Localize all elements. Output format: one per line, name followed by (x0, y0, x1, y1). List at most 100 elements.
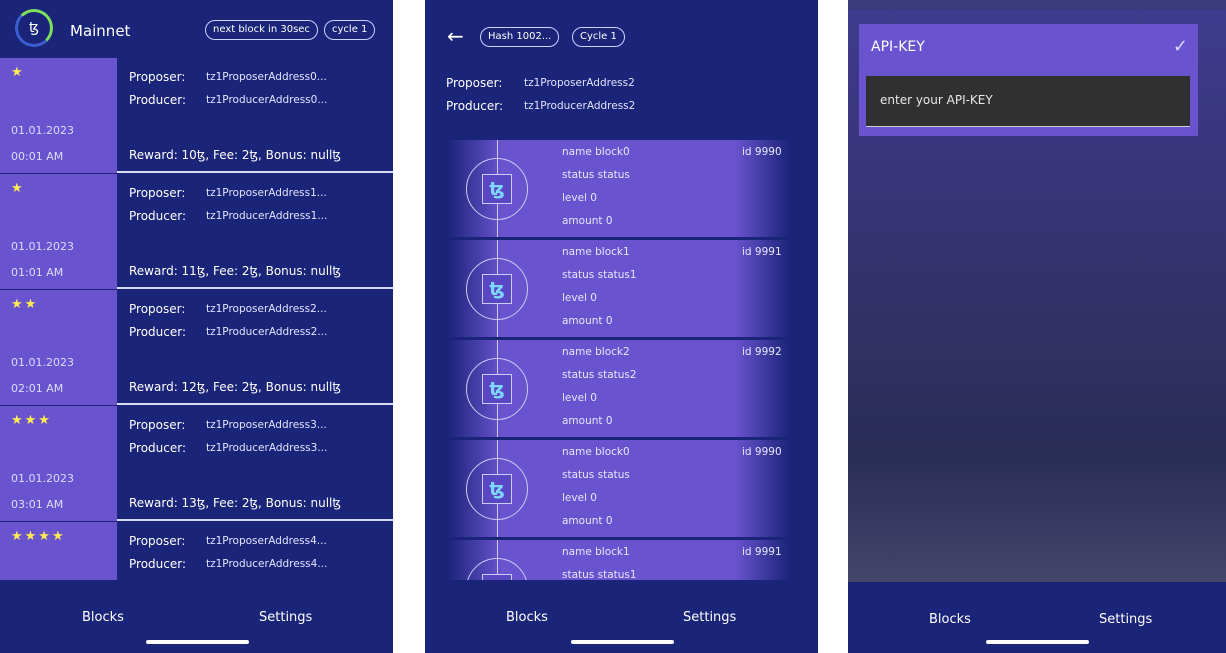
proposer-address: tz1ProposerAddress2... (206, 303, 327, 315)
tezos-icon: ꜩ (482, 474, 512, 504)
bottom-navigation: Blocks Settings (0, 580, 393, 653)
producer-label: Producer: (129, 325, 187, 339)
proposer-label: Proposer: (129, 302, 186, 316)
block-amount: amount 0 (562, 515, 613, 527)
block-level: level 0 (562, 492, 597, 504)
star-rating: ★★ (11, 297, 39, 312)
star-rating: ★★★★ (11, 529, 66, 544)
nav-settings-tab[interactable]: Settings (1099, 612, 1152, 627)
api-key-input[interactable] (880, 93, 1170, 107)
producer-address: tz1ProducerAddress2 (524, 100, 636, 112)
tezos-icon: ꜩ (482, 274, 512, 304)
cycle-badge[interactable]: cycle 1 (324, 20, 376, 40)
block-status: status status1 (562, 269, 637, 281)
next-block-badge: next block in 30sec (205, 20, 318, 40)
block-name: name block2 (562, 346, 630, 358)
star-rating: ★ (11, 181, 25, 196)
network-title: Mainnet (70, 22, 131, 40)
list-item[interactable]: ꜩ name block0 id 9990 status status leve… (447, 140, 790, 237)
list-item[interactable]: ★ 01.01.2023 01:01 AM Proposer: tz1Propo… (0, 174, 393, 289)
block-meta-panel: ★ 01.01.2023 01:01 AM (0, 174, 117, 289)
block-date: 01.01.2023 (11, 124, 74, 137)
producer-label: Producer: (129, 93, 187, 107)
reward-summary: Reward: 11ꜩ, Fee: 2ꜩ, Bonus: nullꜩ (129, 264, 341, 278)
producer-address: tz1ProducerAddress3... (206, 442, 328, 454)
block-status: status status2 (562, 369, 637, 381)
nav-settings-tab[interactable]: Settings (683, 610, 736, 625)
settings-screen: API-KEY ✓ Blocks Settings (848, 0, 1226, 653)
block-id: id 9992 (742, 346, 782, 358)
list-item[interactable]: ꜩ name block2 id 9992 status status2 lev… (447, 340, 790, 437)
block-date: 01.01.2023 (11, 356, 74, 369)
producer-label: Producer: (129, 441, 187, 455)
block-meta-panel: ★★★★ (0, 522, 117, 580)
block-level: level 0 (562, 192, 597, 204)
list-item[interactable]: ★★★ 01.01.2023 03:01 AM Proposer: tz1Pro… (0, 406, 393, 521)
block-status: status status (562, 469, 630, 481)
home-indicator[interactable] (570, 640, 674, 644)
nav-blocks-tab[interactable]: Blocks (82, 610, 124, 625)
proposer-address: tz1ProposerAddress0... (206, 71, 327, 83)
proposer-label: Proposer: (446, 76, 503, 90)
block-id: id 9991 (742, 246, 782, 258)
blocks-list-screen: ꜩ Mainnet next block in 30sec cycle 1 ★ … (0, 0, 393, 653)
nav-blocks-tab[interactable]: Blocks (506, 610, 548, 625)
block-meta-panel: ★★★ 01.01.2023 03:01 AM (0, 406, 117, 521)
checkmark-icon[interactable]: ✓ (1173, 36, 1188, 57)
star-rating: ★ (11, 65, 25, 80)
proposer-address: tz1ProposerAddress2 (524, 77, 635, 89)
block-id: id 9990 (742, 146, 782, 158)
block-name: name block1 (562, 246, 630, 258)
nav-blocks-tab[interactable]: Blocks (929, 612, 971, 627)
block-status: status status1 (562, 569, 637, 580)
star-rating: ★★★ (11, 413, 52, 428)
tezos-logo-icon: ꜩ (15, 9, 53, 47)
api-key-field[interactable] (866, 76, 1190, 127)
block-amount: amount 0 (562, 415, 613, 427)
list-item[interactable]: ★★ 01.01.2023 02:01 AM Proposer: tz1Prop… (0, 290, 393, 405)
block-date: 01.01.2023 (11, 240, 74, 253)
producer-label: Producer: (446, 99, 504, 113)
producer-address: tz1ProducerAddress1... (206, 210, 328, 222)
producer-address: tz1ProducerAddress4... (206, 558, 328, 570)
home-indicator[interactable] (145, 640, 249, 644)
reward-summary: Reward: 13ꜩ, Fee: 2ꜩ, Bonus: nullꜩ (129, 496, 341, 510)
block-status: status status (562, 169, 630, 181)
proposer-label: Proposer: (129, 534, 186, 548)
block-level: level 0 (562, 292, 597, 304)
producer-address: tz1ProducerAddress0... (206, 94, 328, 106)
block-name: name block1 (562, 546, 630, 558)
list-item[interactable]: ★ 01.01.2023 00:01 AM Proposer: tz1Propo… (0, 58, 393, 173)
block-date: 01.01.2023 (11, 472, 74, 485)
app-header: ꜩ Mainnet next block in 30sec cycle 1 (0, 0, 393, 58)
cycle-badge[interactable]: Cycle 1 (572, 27, 625, 47)
proposer-address: tz1ProposerAddress4... (206, 535, 327, 547)
list-item[interactable]: ꜩ name block1 id 9991 status status1 lev… (447, 240, 790, 337)
bottom-navigation: Blocks Settings (848, 582, 1226, 653)
proposer-label: Proposer: (129, 418, 186, 432)
tezos-icon: ꜩ (482, 374, 512, 404)
producer-address: tz1ProducerAddress2... (206, 326, 328, 338)
arrow-left-icon[interactable]: ← (447, 26, 464, 46)
tezos-icon: ꜩ (482, 174, 512, 204)
status-strip (848, 0, 1226, 10)
block-amount: amount 0 (562, 215, 613, 227)
block-amount: amount 0 (562, 315, 613, 327)
bottom-navigation: Blocks Settings (425, 580, 818, 653)
home-indicator[interactable] (986, 640, 1089, 644)
block-time: 01:01 AM (11, 266, 64, 279)
proposer-label: Proposer: (129, 186, 186, 200)
reward-summary: Reward: 12ꜩ, Fee: 2ꜩ, Bonus: nullꜩ (129, 380, 341, 394)
producer-label: Producer: (129, 209, 187, 223)
list-item[interactable]: ★★★★ Proposer: tz1ProposerAddress4... Pr… (0, 522, 393, 580)
list-item[interactable]: ꜩ name block0 id 9990 status status leve… (447, 440, 790, 537)
api-key-dialog: API-KEY ✓ (859, 24, 1198, 136)
hash-badge[interactable]: Hash 1002... (480, 27, 560, 47)
block-id: id 9991 (742, 546, 782, 558)
list-item[interactable]: ꜩ name block1 id 9991 status status1 (447, 540, 790, 580)
block-detail-screen: ← Hash 1002... Cycle 1 Proposer: tz1Prop… (425, 0, 818, 653)
producer-label: Producer: (129, 557, 187, 571)
nav-settings-tab[interactable]: Settings (259, 610, 312, 625)
block-id: id 9990 (742, 446, 782, 458)
reward-summary: Reward: 10ꜩ, Fee: 2ꜩ, Bonus: nullꜩ (129, 148, 341, 162)
